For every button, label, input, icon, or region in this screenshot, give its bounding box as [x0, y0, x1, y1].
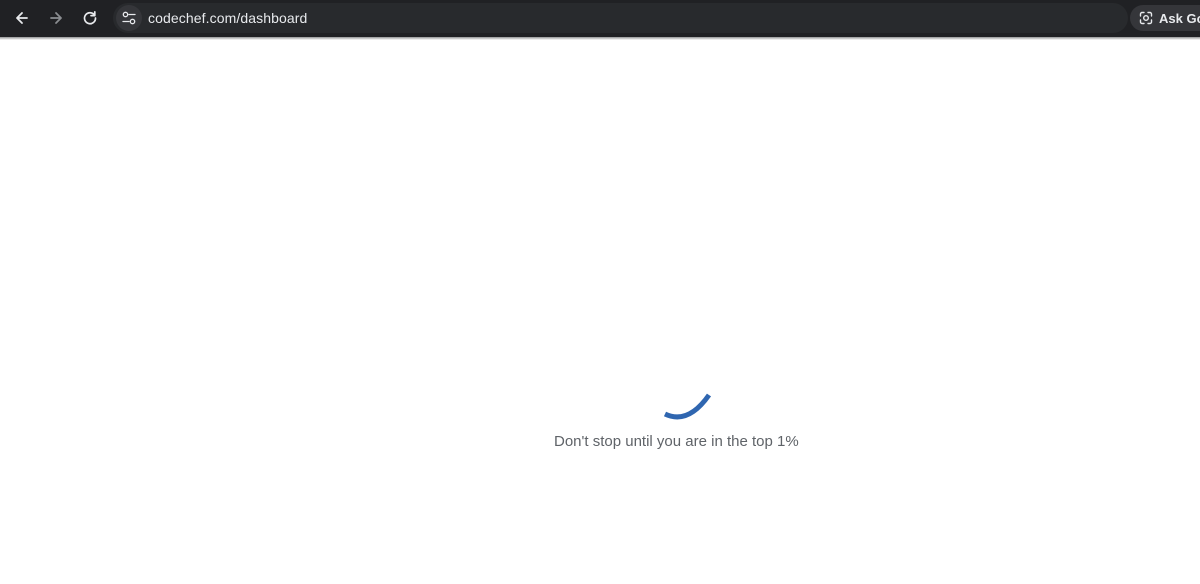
- google-lens-icon: [1138, 10, 1154, 26]
- arrow-left-icon: [16, 12, 28, 24]
- back-button[interactable]: [8, 5, 36, 31]
- browser-toolbar: codechef.com/dashboard Ask Goo: [0, 0, 1200, 37]
- reload-button[interactable]: [76, 5, 104, 31]
- tune-icon: [122, 11, 136, 25]
- reload-icon: [83, 10, 97, 25]
- url-text[interactable]: codechef.com/dashboard: [148, 10, 307, 26]
- site-info-button[interactable]: [116, 5, 142, 31]
- address-bar[interactable]: codechef.com/dashboard: [113, 3, 1128, 33]
- forward-button[interactable]: [42, 5, 70, 31]
- ask-google-label: Ask Goo: [1159, 10, 1200, 26]
- ask-google-button[interactable]: Ask Goo: [1130, 5, 1200, 31]
- loading-message: Don't stop until you are in the top 1%: [554, 433, 799, 450]
- page-content: Don't stop until you are in the top 1%: [0, 40, 1200, 584]
- loading-spinner-icon: [663, 393, 712, 420]
- arrow-right-icon: [50, 12, 62, 24]
